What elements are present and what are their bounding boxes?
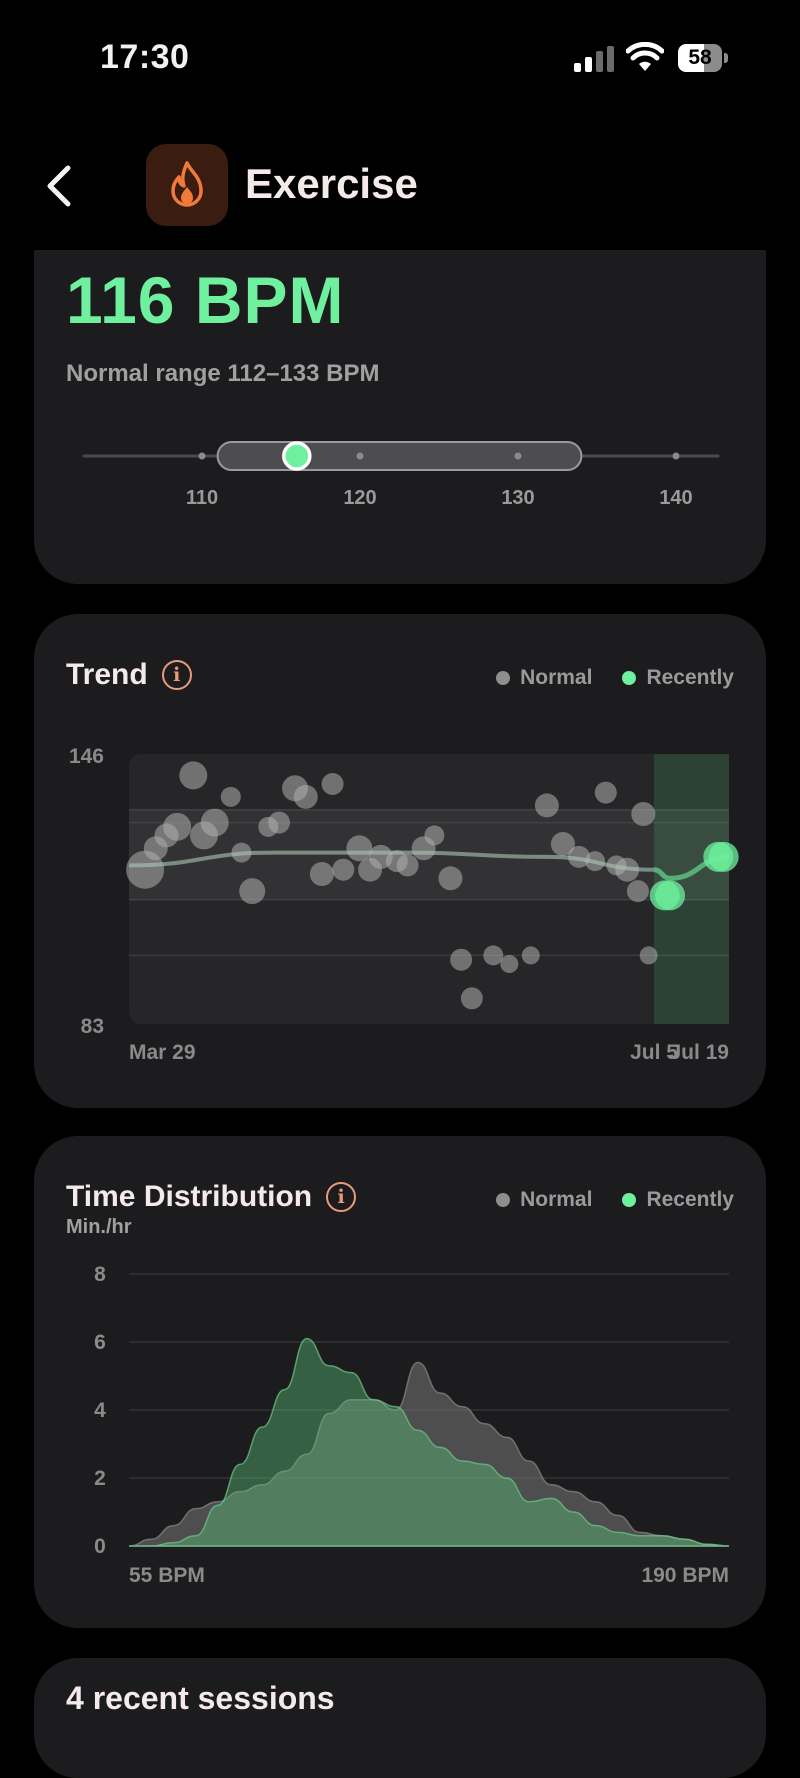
distribution-x-end-label: 190 BPM	[641, 1564, 729, 1587]
trend-card: Trend i Normal Recently 146 83 Mar 29 Jul 5…	[34, 614, 766, 1108]
scale-tick-label: 130	[501, 487, 534, 509]
normal-data-point	[346, 835, 373, 862]
normal-data-point	[239, 878, 266, 905]
distribution-y-tick: 2	[94, 1467, 106, 1490]
recent-sessions-card[interactable]: 4 recent sessions	[34, 1658, 766, 1778]
scale-tick-label: 110	[186, 487, 218, 509]
distribution-chart: 8 6 4 2 0 55 BPM 190 BPM	[94, 1263, 730, 1587]
trend-chart: 14683Mar 29 Jul 5Jul 19	[69, 745, 739, 1064]
battery-level: 58	[688, 46, 712, 69]
current-bpm-value: 116 BPM	[66, 263, 345, 337]
recent-data-point	[655, 880, 686, 911]
normal-range-text: Normal range 112–133 BPM	[66, 360, 380, 387]
flame-icon	[171, 161, 203, 207]
normal-data-point	[483, 945, 504, 966]
normal-data-point	[179, 761, 208, 790]
normal-data-point	[500, 955, 519, 973]
status-time: 17:30	[100, 38, 190, 76]
normal-data-point	[460, 987, 483, 1010]
back-chevron-icon[interactable]	[40, 162, 80, 210]
scale-tick-label: 140	[659, 487, 692, 509]
normal-data-point	[438, 866, 463, 891]
battery-icon: 58	[678, 44, 730, 72]
scale-tick-dot	[672, 452, 680, 460]
current-value-marker	[282, 441, 312, 471]
recent-sessions-title: 4 recent sessions	[66, 1680, 335, 1716]
scale-tick-dot	[198, 452, 206, 460]
exercise-app-icon	[146, 144, 228, 226]
recent-data-point	[708, 841, 739, 872]
cellular-signal-icon	[574, 46, 616, 72]
scale-tick-label: 120	[343, 487, 376, 509]
normal-data-point	[450, 948, 473, 971]
normal-data-point	[309, 862, 334, 886]
normal-data-point	[268, 811, 290, 834]
normal-data-point	[534, 793, 559, 818]
nav-header: Exercise	[0, 130, 800, 240]
trend-x-label: Jul 19	[669, 1041, 729, 1064]
normal-data-point	[626, 880, 649, 903]
time-distribution-card: Time Distribution i Normal Recently Min.…	[34, 1136, 766, 1628]
normal-data-point	[332, 858, 355, 881]
normal-range-band	[216, 441, 583, 471]
status-bar: 17:30 58	[0, 0, 800, 120]
normal-data-point	[293, 784, 318, 809]
distribution-y-tick: 0	[94, 1535, 106, 1558]
normal-data-point	[424, 825, 445, 846]
normal-data-point	[631, 802, 656, 826]
normal-data-point	[163, 812, 192, 841]
normal-data-point	[396, 854, 419, 877]
normal-data-point	[220, 786, 241, 807]
distribution-y-tick: 8	[94, 1263, 106, 1286]
distribution-x-start-label: 55 BPM	[129, 1564, 205, 1587]
current-heart-rate-card: 116 BPM Normal range 112–133 BPM 110 120 1…	[34, 250, 766, 584]
normal-data-point	[639, 946, 658, 965]
range-scale: 110 120 130 140	[82, 441, 720, 509]
page-title: Exercise	[245, 160, 418, 207]
normal-data-point	[594, 781, 617, 804]
normal-data-point	[521, 946, 540, 965]
recent-distribution-area	[129, 1337, 730, 1547]
trend-y-min-label: 83	[81, 1015, 104, 1038]
trend-x-label: Mar 29	[129, 1041, 196, 1064]
distribution-y-tick: 4	[94, 1399, 106, 1422]
normal-data-point	[200, 808, 229, 837]
distribution-y-tick: 6	[94, 1331, 106, 1354]
trend-y-max-label: 146	[69, 745, 104, 768]
normal-data-point	[321, 773, 344, 795]
wifi-icon	[626, 42, 664, 71]
scale-tick-dot	[356, 452, 364, 460]
scale-tick-dot	[514, 452, 522, 460]
